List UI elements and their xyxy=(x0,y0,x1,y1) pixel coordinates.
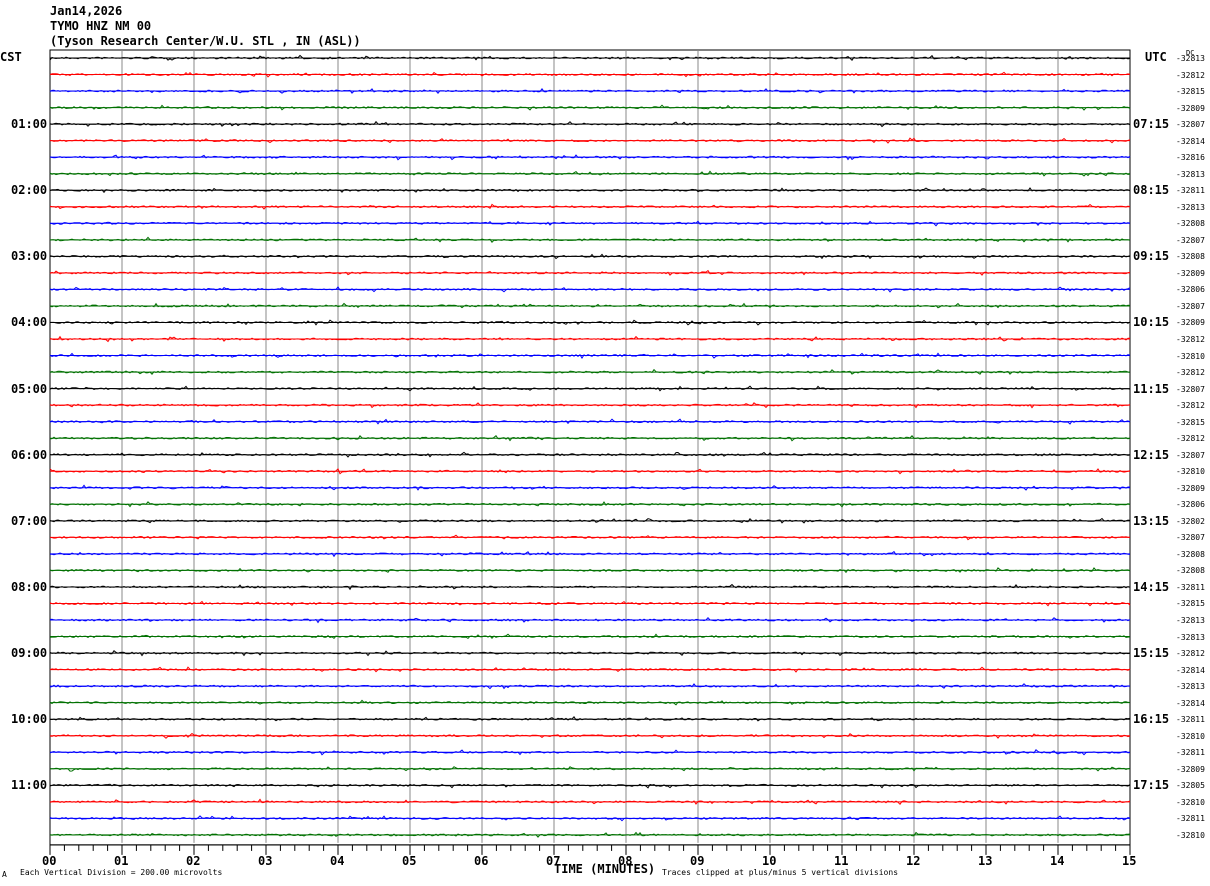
helicorder-plot xyxy=(49,49,1131,855)
dc-offset: -32806 xyxy=(1176,500,1205,510)
seismic-trace xyxy=(49,567,1131,574)
dc-offset: -32811 xyxy=(1176,748,1205,758)
x-tick-label: 13 xyxy=(978,853,993,868)
dc-offset: -32805 xyxy=(1176,781,1205,791)
dc-offset: -32811 xyxy=(1176,582,1205,592)
seismic-trace xyxy=(50,137,1131,144)
utc-hour-label: 16:15 xyxy=(1133,712,1170,727)
dc-offset: -32812 xyxy=(1176,401,1205,411)
dc-offset: -32810 xyxy=(1176,731,1205,741)
dc-offset: -32814 xyxy=(1176,698,1205,708)
utc-hour-label: 11:15 xyxy=(1133,381,1170,396)
dc-offset: -32813 xyxy=(1176,169,1205,179)
dc-offset: -32814 xyxy=(1176,136,1205,146)
utc-hour-label: 12:15 xyxy=(1133,447,1170,462)
utc-hour-label: 17:15 xyxy=(1133,778,1170,793)
dc-offset: -32810 xyxy=(1176,830,1205,840)
dc-offset: -32813 xyxy=(1176,54,1205,63)
x-tick-label: 09 xyxy=(690,853,705,868)
utc-hour-label: 13:15 xyxy=(1133,513,1170,528)
x-tick-label: 04 xyxy=(330,853,345,868)
cst-hour-label: 01:00 xyxy=(11,117,48,132)
dc-offset: -32815 xyxy=(1176,87,1205,97)
cst-hour-label: 11:00 xyxy=(11,778,48,793)
x-tick-label: 10 xyxy=(762,853,777,868)
seismic-trace xyxy=(49,368,1131,375)
utc-hour-label: 14:15 xyxy=(1133,579,1170,594)
dc-offset: -32810 xyxy=(1176,797,1205,807)
cst-hour-label: 04:00 xyxy=(11,315,48,330)
dc-offset: -32807 xyxy=(1176,235,1205,245)
cst-hour-label: 10:00 xyxy=(11,712,48,727)
cst-hour-label: 06:00 xyxy=(11,447,48,462)
dc-offset: -32806 xyxy=(1176,285,1205,295)
dc-offset: -32814 xyxy=(1176,665,1205,675)
dc-offset: -32812 xyxy=(1176,368,1205,378)
dc-offset: -32807 xyxy=(1176,384,1205,394)
dc-offset: -32807 xyxy=(1176,450,1205,460)
clip-note: Traces clipped at plus/minus 5 vertical … xyxy=(662,868,899,877)
utc-hour-label: 07:15 xyxy=(1133,117,1170,132)
x-tick-label: 15 xyxy=(1122,853,1137,868)
dc-offset: -32812 xyxy=(1176,70,1205,80)
dc-offset: -32802 xyxy=(1176,516,1205,526)
x-axis-title: TIME (MINUTES) xyxy=(554,862,656,876)
x-tick-label: 02 xyxy=(186,853,201,868)
x-tick-label: 12 xyxy=(906,853,921,868)
dc-offset: -32809 xyxy=(1176,318,1205,328)
dc-offset: -32812 xyxy=(1176,649,1205,659)
cst-hour-label: 09:00 xyxy=(11,646,48,661)
utc-hour-label: 10:15 xyxy=(1133,315,1170,330)
x-tick-label: 03 xyxy=(258,853,273,868)
dc-offset: -32807 xyxy=(1176,533,1205,543)
dc-offset: -32813 xyxy=(1176,202,1205,212)
dc-offset: -32809 xyxy=(1176,483,1205,493)
utc-hour-label: 15:15 xyxy=(1133,646,1170,661)
cst-hour-label: 03:00 xyxy=(11,249,48,264)
dc-offset: -32809 xyxy=(1176,764,1205,774)
x-tick-label: 06 xyxy=(474,853,489,868)
seismic-trace xyxy=(49,633,1131,640)
dc-offset: -32808 xyxy=(1176,219,1205,229)
x-tick-label: 14 xyxy=(1050,853,1065,868)
cst-hour-label: 02:00 xyxy=(11,183,48,198)
x-tick-label: 11 xyxy=(834,853,849,868)
dc-offset: -32809 xyxy=(1176,268,1205,278)
cst-hour-label: 07:00 xyxy=(11,513,48,528)
plot-frame xyxy=(49,49,1131,846)
dc-offset: -32810 xyxy=(1176,467,1205,477)
seismic-trace xyxy=(49,583,1131,591)
dc-offset: -32810 xyxy=(1176,351,1205,361)
dc-offset: -32811 xyxy=(1176,186,1205,196)
x-tick-label: 01 xyxy=(114,853,129,868)
dc-offset: -32811 xyxy=(1176,814,1205,824)
dc-offset: -32807 xyxy=(1176,120,1205,130)
dc-offset: -32812 xyxy=(1176,335,1205,344)
dc-offset: -32816 xyxy=(1176,153,1205,163)
dc-offset: -32812 xyxy=(1176,434,1205,444)
dc-offset: -32815 xyxy=(1176,417,1205,427)
seismic-trace xyxy=(49,798,1131,805)
cst-hour-label: 05:00 xyxy=(11,381,48,396)
logo: A xyxy=(2,870,7,879)
dc-offset: -32815 xyxy=(1176,599,1205,609)
dc-offset: -32809 xyxy=(1176,103,1205,113)
cst-hour-label: 08:00 xyxy=(11,579,48,594)
dc-offset: -32813 xyxy=(1176,616,1205,626)
x-tick-label: 05 xyxy=(402,853,417,868)
seismic-trace xyxy=(49,600,1131,607)
dc-offset: -32808 xyxy=(1176,566,1205,576)
utc-hour-label: 09:15 xyxy=(1133,249,1170,264)
dc-offset: -32811 xyxy=(1176,715,1205,725)
scale-note: Each Vertical Division = 200.00 microvol… xyxy=(20,868,223,877)
dc-offset: -32807 xyxy=(1176,301,1205,311)
dc-offset: -32808 xyxy=(1176,549,1205,559)
dc-offset: -32808 xyxy=(1176,252,1205,262)
dc-offset: -32813 xyxy=(1176,682,1205,692)
utc-hour-label: 08:15 xyxy=(1133,183,1170,198)
x-tick-label: 00 xyxy=(42,853,57,868)
seismic-trace xyxy=(49,54,1131,61)
dc-offset: -32813 xyxy=(1176,632,1205,642)
